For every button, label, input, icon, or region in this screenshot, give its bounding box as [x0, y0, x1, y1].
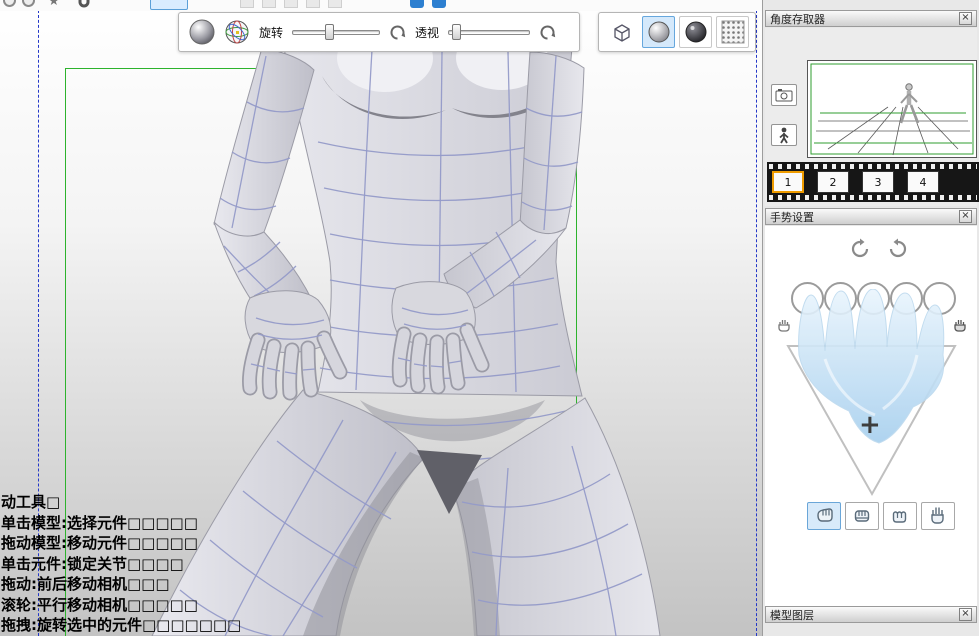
angle-frame-3[interactable]: 3 [862, 171, 894, 193]
angle-panel-title: 角度存取器 [770, 11, 959, 27]
shading-sphere-icon [189, 19, 215, 45]
disabled-tool-icon-5 [328, 0, 342, 8]
model-layer-panel-title: 模型图层 [770, 607, 959, 623]
disabled-tool-icon-3 [284, 0, 298, 8]
gesture-panel-body: + [765, 226, 977, 606]
star-tool-icon[interactable]: ★ [48, 0, 60, 10]
tool-icon-circle-2[interactable] [22, 0, 35, 7]
right-hand-toggle-icon[interactable] [953, 318, 968, 337]
camera-icon [775, 88, 793, 102]
right-sidebar: 角度存取器 × [762, 0, 979, 636]
pose-figure-button[interactable] [771, 124, 797, 146]
help-line: 拖动模型:移动元件□□□□□ [1, 533, 241, 554]
figure-icon [777, 127, 791, 144]
angle-preview-thumbnail[interactable] [807, 60, 977, 158]
help-line: 单击元件:锁定关节□□□□ [1, 554, 241, 575]
perspective-slider-thumb[interactable] [452, 24, 461, 40]
shaded-ball-button[interactable] [642, 16, 675, 48]
angle-panel-header: 角度存取器 × [765, 10, 977, 27]
model-layer-panel-header: 模型图层 × [765, 606, 977, 623]
main-toolbar-strip: ★ [0, 0, 762, 11]
perspective-label: 透视 [415, 24, 439, 41]
dark-ball-button[interactable] [679, 16, 712, 48]
gesture-cursor-plus[interactable]: + [859, 410, 881, 440]
gesture-preset-open-button[interactable] [921, 502, 955, 530]
disabled-tool-icon-2 [262, 0, 276, 8]
perspective-reset-icon[interactable] [539, 24, 556, 41]
rotate-reset-icon[interactable] [389, 24, 406, 41]
viewport-3d[interactable]: .p{stroke:#9b9ba6;stroke-width:1;} .w{st… [0, 0, 762, 636]
model-layer-panel-close-icon[interactable]: × [959, 608, 972, 621]
angle-frame-strip: 1 2 3 4 [767, 162, 979, 202]
left-hand-toggle-icon[interactable] [777, 318, 792, 337]
wireframe-cube-button[interactable] [605, 16, 638, 48]
magnet-tool-icon[interactable] [76, 0, 92, 11]
open-hand-icon [928, 506, 948, 526]
rotate-label: 旋转 [259, 24, 283, 41]
blue-tool-icon-2[interactable] [432, 0, 446, 8]
rotate-slider[interactable] [292, 24, 380, 40]
angle-frame-2[interactable]: 2 [817, 171, 849, 193]
tool-icon-circle-1[interactable] [3, 0, 16, 7]
rotate-hand-right-icon[interactable] [887, 238, 909, 264]
gesture-preset-knuckle-button[interactable] [883, 502, 917, 530]
gesture-panel-close-icon[interactable]: × [959, 210, 972, 223]
gesture-preset-grip-button[interactable] [807, 502, 841, 530]
camera-snapshot-button[interactable] [771, 84, 797, 106]
disabled-tool-icon-1 [240, 0, 254, 8]
gesture-panel-header: 手势设置 × [765, 208, 977, 225]
film-sprockets-top [769, 164, 977, 169]
help-line: 拖动:前后移动相机□□□ [1, 574, 241, 595]
gesture-panel-title: 手势设置 [770, 209, 959, 225]
rotation-orb-icon[interactable] [224, 19, 250, 45]
blue-tool-icon-1[interactable] [410, 0, 424, 8]
grip-hand-icon [814, 506, 834, 526]
display-mode-toolbar [598, 12, 756, 52]
angle-frame-4[interactable]: 4 [907, 171, 939, 193]
viewport-help-overlay: 动工具□ 单击模型:选择元件□□□□□ 拖动模型:移动元件□□□□□ 单击元件:… [1, 492, 241, 636]
knuckle-hand-icon [890, 506, 910, 526]
help-line: 拖拽:旋转选中的元件□□□□□□□ [1, 615, 241, 636]
angle-panel-close-icon[interactable]: × [959, 12, 972, 25]
rotate-hand-left-icon[interactable] [849, 238, 871, 264]
active-tool-button[interactable] [150, 0, 188, 10]
help-line: 单击模型:选择元件□□□□□ [1, 513, 241, 534]
perspective-slider[interactable] [448, 24, 530, 40]
disabled-tool-icon-4 [306, 0, 320, 8]
app-window: .p{stroke:#9b9ba6;stroke-width:1;} .w{st… [0, 0, 979, 636]
halftone-pattern-button[interactable] [716, 16, 749, 48]
rotate-slider-thumb[interactable] [325, 24, 334, 40]
angle-frame-1[interactable]: 1 [772, 171, 804, 193]
angle-panel-body: 1 2 3 4 [765, 28, 977, 206]
fist-hand-icon [852, 506, 872, 526]
help-line: 滚轮:平行移动相机□□□□□ [1, 595, 241, 616]
camera-toolbar: 旋转 透视 [178, 12, 580, 52]
gesture-preset-fist-button[interactable] [845, 502, 879, 530]
rotate-slider-track[interactable] [292, 30, 380, 35]
film-sprockets-bottom [769, 195, 977, 200]
help-line: 动工具□ [1, 492, 241, 513]
